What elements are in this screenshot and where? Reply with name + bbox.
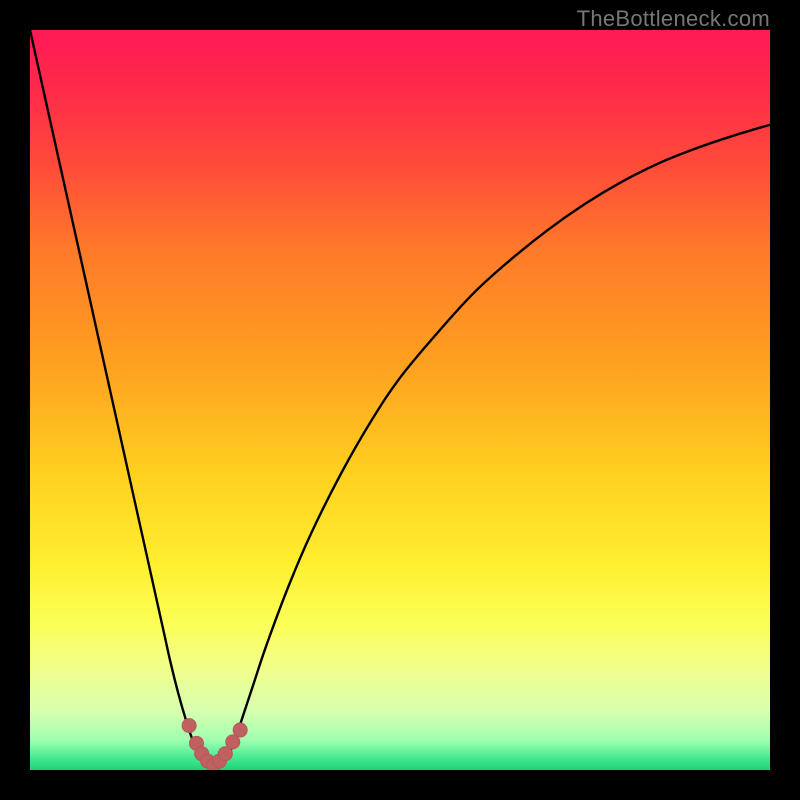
highlight-marker-group bbox=[182, 719, 247, 770]
watermark-label: TheBottleneck.com bbox=[577, 6, 770, 32]
curve-layer bbox=[30, 30, 770, 770]
highlight-marker bbox=[182, 719, 196, 733]
bottleneck-curve bbox=[30, 30, 770, 767]
highlight-marker bbox=[233, 723, 247, 737]
chart-frame: TheBottleneck.com bbox=[0, 0, 800, 800]
plot-area bbox=[30, 30, 770, 770]
